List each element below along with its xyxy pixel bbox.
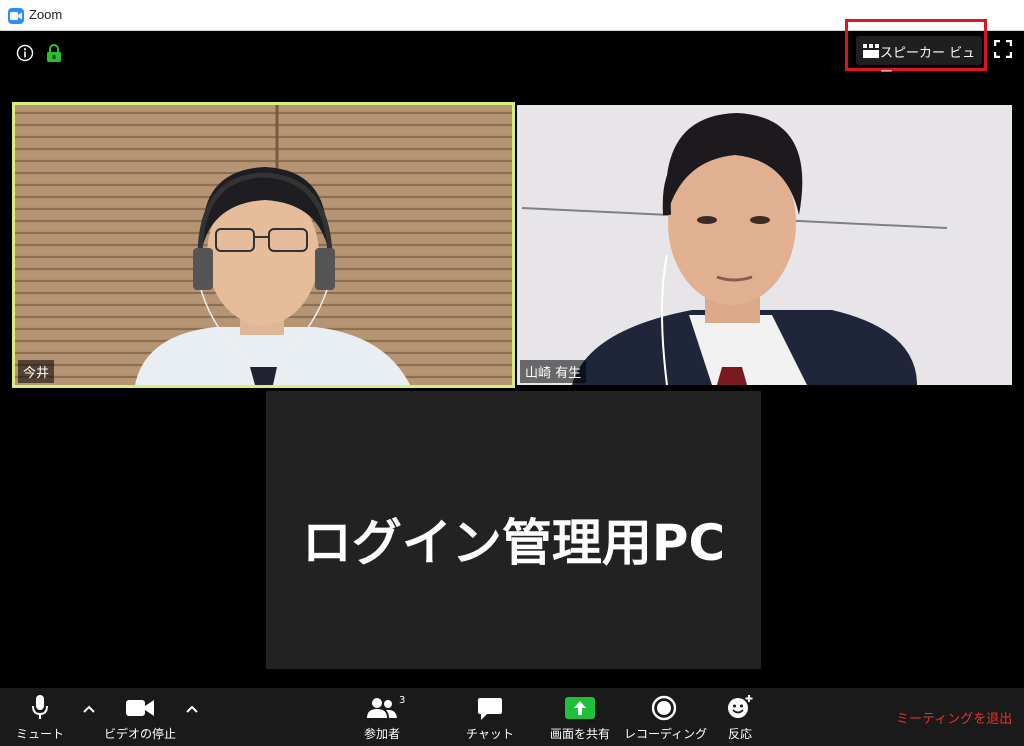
chat-label: チャット — [466, 727, 514, 741]
meeting-area: スピーカー ビュー 今井 山崎 有生 ログイン管理用PC — [2, 19, 1022, 687]
participants-icon — [367, 698, 397, 718]
video-options-chevron-up-icon[interactable] — [185, 704, 199, 714]
reactions-label: 反応 — [727, 727, 752, 741]
grid-view-icon — [863, 44, 879, 58]
fullscreen-icon[interactable] — [994, 40, 1012, 58]
participants-label: 参加者 — [363, 727, 400, 741]
participant-video — [15, 105, 512, 385]
video-tile-login-pc[interactable]: ログイン管理用PC — [266, 391, 761, 669]
mute-label: ミュート — [15, 727, 64, 741]
stop-video-label: ビデオの停止 — [103, 727, 176, 741]
audio-options-chevron-up-icon[interactable] — [82, 704, 96, 714]
mute-button[interactable]: ミュート — [10, 688, 70, 746]
participant-video — [517, 105, 1012, 385]
encryption-lock-icon[interactable] — [46, 43, 62, 63]
video-tile-imai[interactable]: 今井 — [12, 102, 515, 388]
reactions-button[interactable]: 反応 — [712, 688, 768, 746]
participants-count-badge: 3 — [399, 695, 406, 706]
meeting-toolbar: ミュート ビデオの停止 参加者 3 チャット 画面を共有 レコーディング 反応 … — [0, 688, 1024, 746]
participant-name: ログイン管理用PC — [301, 514, 726, 572]
participant-name: 今井 — [18, 360, 55, 383]
microphone-icon — [32, 695, 48, 719]
record-button[interactable]: レコーディング — [624, 688, 708, 746]
smiley-plus-icon — [728, 695, 753, 718]
chat-button[interactable]: チャット — [460, 688, 520, 746]
share-screen-arrow-icon — [565, 697, 595, 719]
zoom-logo-icon — [8, 8, 24, 24]
record-icon — [651, 695, 677, 721]
leave-meeting-button[interactable]: ミーティングを退出 — [896, 708, 1012, 727]
video-tile-yamazaki[interactable]: 山崎 有生 — [517, 105, 1012, 385]
stop-video-button[interactable]: ビデオの停止 — [100, 688, 180, 746]
view-switch-label: スピーカー ビュー — [880, 46, 976, 80]
share-screen-button[interactable]: 画面を共有 — [540, 688, 620, 746]
window-title: Zoom — [29, 7, 63, 22]
speaker-view-button[interactable]: スピーカー ビュー — [856, 36, 982, 80]
participant-name: 山崎 有生 — [520, 360, 587, 383]
video-camera-icon — [126, 700, 154, 716]
share-screen-label: 画面を共有 — [549, 727, 610, 741]
chat-bubble-icon — [478, 698, 502, 720]
record-label: レコーディング — [624, 727, 708, 741]
meeting-info-icon[interactable] — [16, 44, 34, 62]
